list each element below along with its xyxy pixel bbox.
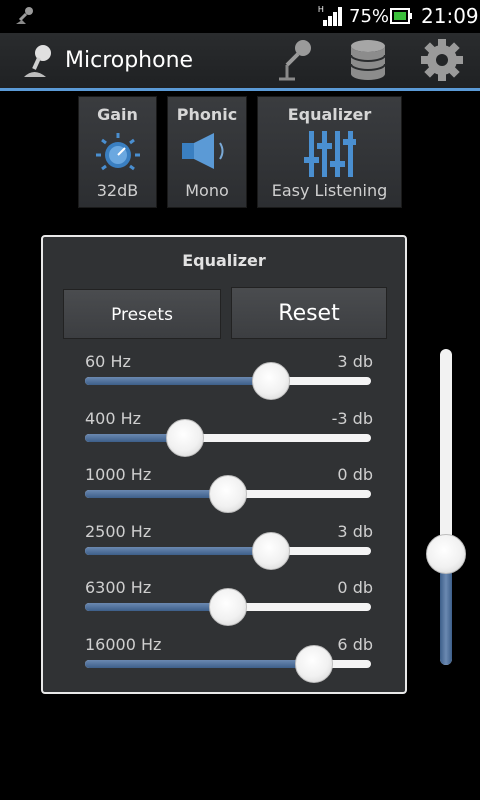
gear-icon xyxy=(420,38,464,86)
eq-band-gain: 6 db xyxy=(337,635,373,654)
eq-band-slider-thumb[interactable] xyxy=(209,475,247,514)
tab-gain-value: 32dB xyxy=(96,181,139,200)
volume-slider-thumb[interactable] xyxy=(426,534,466,575)
eq-band-slider[interactable] xyxy=(85,377,371,385)
eq-band-slider[interactable] xyxy=(85,546,371,555)
gain-knob-icon xyxy=(79,131,156,173)
eq-band-slider-thumb[interactable] xyxy=(209,588,247,627)
eq-band-slider-fill xyxy=(85,490,228,499)
action-bar: Microphone xyxy=(0,33,480,91)
tab-phonic-value: Mono xyxy=(185,181,229,200)
tab-phonic-title: Phonic xyxy=(176,105,238,124)
eq-band-slider-thumb[interactable] xyxy=(166,418,205,457)
signal-strength-icon: H xyxy=(318,5,344,31)
presets-button[interactable]: Presets xyxy=(63,289,221,339)
eq-band-slider-thumb[interactable] xyxy=(251,531,290,570)
eq-band-slider-fill xyxy=(85,660,314,668)
tab-equalizer-title: Equalizer xyxy=(287,105,372,124)
eq-band-slider-thumb[interactable] xyxy=(251,362,290,400)
database-icon xyxy=(348,39,388,85)
speaker-icon xyxy=(168,131,246,171)
eq-band-gain: 0 db xyxy=(337,578,373,598)
tab-equalizer-value: Easy Listening xyxy=(271,181,388,200)
status-clock: 21:09 xyxy=(421,4,479,28)
status-bar: H 75% 21:09 xyxy=(0,0,480,33)
eq-band-gain: 0 db xyxy=(337,465,373,485)
equalizer-panel: Equalizer Presets Reset 60 Hz 3 db 400 Hz -… xyxy=(41,235,407,694)
tab-gain[interactable]: Gain 32dB xyxy=(78,96,157,208)
volume-slider[interactable] xyxy=(440,349,452,665)
microphone-stand-icon xyxy=(269,39,315,85)
microphone-notification-icon xyxy=(14,6,36,30)
tab-gain-title: Gain xyxy=(97,105,138,124)
equalizer-sliders-icon xyxy=(258,131,401,177)
network-type-label: H xyxy=(318,5,324,14)
eq-band-slider-fill xyxy=(85,546,271,555)
eq-band-frequency: 16000 Hz xyxy=(85,635,162,654)
eq-band-gain: 3 db xyxy=(337,352,373,371)
microphone-stand-button[interactable] xyxy=(266,39,318,85)
eq-band-frequency: 2500 Hz xyxy=(85,521,152,541)
settings-button[interactable] xyxy=(416,39,468,85)
eq-band-gain: -3 db xyxy=(331,408,373,428)
eq-band-3: 2500 Hz 3 db xyxy=(85,522,373,572)
eq-band-slider[interactable] xyxy=(85,433,371,442)
eq-band-slider-fill xyxy=(85,377,271,385)
eq-band-4: 6300 Hz 0 db xyxy=(85,578,373,628)
tab-phonic[interactable]: Phonic Mono xyxy=(167,96,247,208)
tab-equalizer[interactable]: Equalizer Easy Listening xyxy=(257,96,402,208)
eq-band-frequency: 60 Hz xyxy=(85,352,131,371)
app-title: Microphone xyxy=(65,48,194,73)
eq-band-1: 400 Hz -3 db xyxy=(85,409,373,459)
eq-band-2: 1000 Hz 0 db xyxy=(85,465,373,515)
eq-band-frequency: 1000 Hz xyxy=(85,465,152,485)
eq-band-frequency: 400 Hz xyxy=(85,408,142,428)
eq-band-5: 16000 Hz 6 db xyxy=(85,635,373,685)
eq-band-slider-thumb[interactable] xyxy=(294,645,333,683)
equalizer-title: Equalizer xyxy=(182,251,266,270)
battery-icon xyxy=(390,8,412,28)
microphone-icon[interactable] xyxy=(22,43,56,85)
battery-percentage: 75% xyxy=(349,6,390,27)
database-button[interactable] xyxy=(342,39,394,85)
reset-button[interactable]: Reset xyxy=(231,287,387,339)
eq-band-0: 60 Hz 3 db xyxy=(85,352,373,402)
eq-band-gain: 3 db xyxy=(337,521,373,541)
eq-band-frequency: 6300 Hz xyxy=(85,578,152,598)
eq-band-slider-fill xyxy=(85,603,228,612)
